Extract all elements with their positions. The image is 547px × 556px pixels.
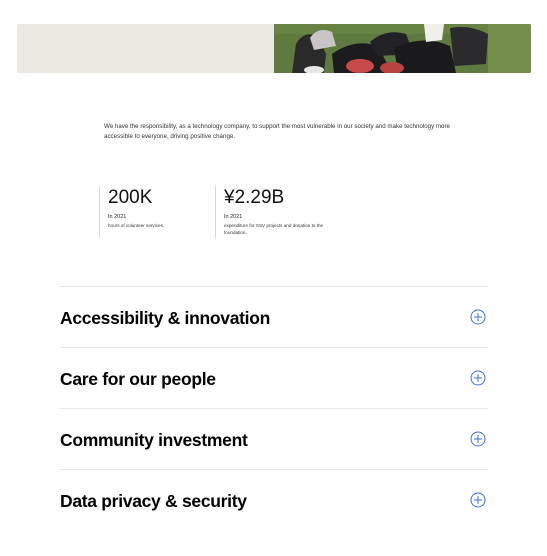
stat-value: ¥2.29B — [224, 187, 285, 208]
accordion-item-data-privacy[interactable]: Data privacy & security — [60, 469, 488, 530]
hero-photo — [274, 24, 531, 73]
accordion-item-community[interactable]: Community investment — [60, 408, 488, 469]
accordion-item-accessibility[interactable]: Accessibility & innovation — [60, 286, 488, 347]
accordion-title: Community investment — [60, 430, 248, 450]
plus-circle-icon[interactable] — [470, 431, 486, 447]
plus-circle-icon[interactable] — [470, 370, 486, 386]
plus-circle-icon[interactable] — [470, 309, 486, 325]
stat-year: In 2021 — [224, 214, 243, 220]
accordion-title: Care for our people — [60, 369, 216, 389]
intro-paragraph: We have the responsibility, as a technol… — [104, 123, 450, 140]
accordion-title: Accessibility & innovation — [60, 308, 271, 328]
accordion-item-care[interactable]: Care for our people — [60, 347, 488, 408]
hero-banner — [17, 24, 531, 73]
stat-description: expenditure for SSV projects and donatio… — [224, 223, 324, 235]
stat-value: 200K — [108, 187, 153, 208]
stat-description: hours of volunteer services. — [108, 223, 165, 228]
plus-circle-icon[interactable] — [470, 492, 486, 508]
stat-expenditure: ¥2.29B In 2021 expenditure for SSV proje… — [215, 186, 344, 238]
stat-year: In 2021 — [108, 214, 127, 220]
stat-volunteer-hours: 200K In 2021 hours of volunteer services… — [99, 186, 208, 238]
accordion-title: Data privacy & security — [60, 491, 247, 511]
accordion: Accessibility & innovation Care for our … — [60, 286, 488, 530]
